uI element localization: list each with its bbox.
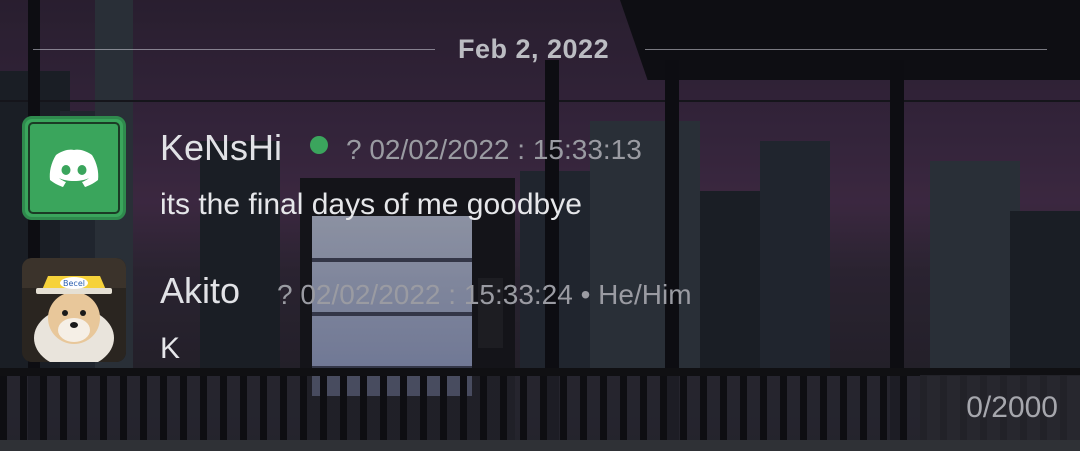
message-author[interactable]: Akito xyxy=(160,270,240,312)
character-counter: 0/2000 xyxy=(920,375,1080,440)
message-text: K xyxy=(160,332,181,365)
message-input-bar[interactable] xyxy=(0,440,1080,451)
date-divider-line-right xyxy=(645,49,1047,50)
date-divider: Feb 2, 2022 xyxy=(458,34,610,64)
date-divider-line-left xyxy=(33,49,435,50)
message-author[interactable]: KeNsHi xyxy=(160,127,282,169)
svg-text:Becel: Becel xyxy=(63,279,85,288)
chat-message-list: Feb 2, 2022 KeNsHi ? 02/02/2022 : 15:33:… xyxy=(0,0,1080,440)
discord-logo-icon xyxy=(49,149,99,187)
avatar[interactable]: Becel xyxy=(22,258,126,362)
message-text: its the final days of me goodbye xyxy=(160,188,582,221)
message-timestamp: ? 02/02/2022 : 15:33:24 • He/Him xyxy=(277,279,692,310)
shiba-dog-avatar: Becel xyxy=(22,258,126,362)
message-timestamp: ? 02/02/2022 : 15:33:13 xyxy=(346,134,642,165)
online-status-icon xyxy=(310,136,328,154)
character-counter-label: 0/2000 xyxy=(966,391,1058,424)
avatar[interactable] xyxy=(22,116,126,220)
